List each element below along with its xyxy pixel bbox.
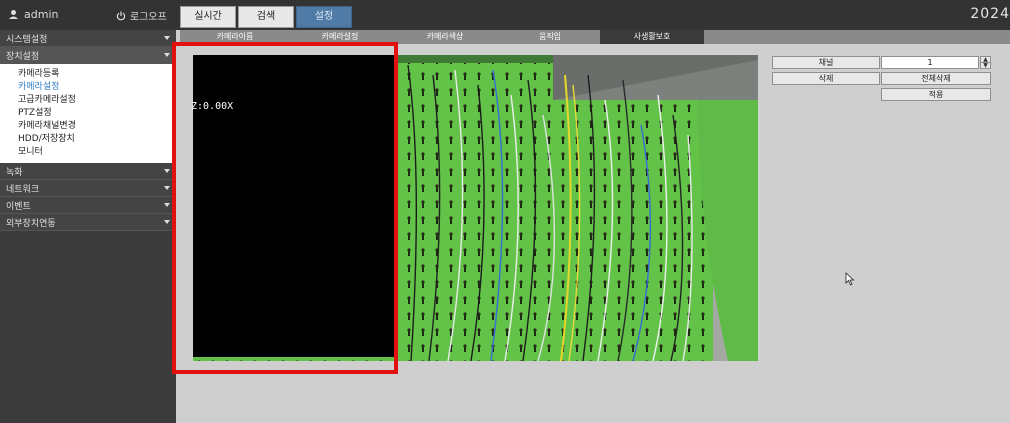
tab-live[interactable]: 실시간 (180, 6, 236, 28)
sidebar-item-camera-settings[interactable]: 카메라설정 (0, 81, 176, 94)
chevron-down-icon (164, 36, 170, 40)
sidebar-item-ptz[interactable]: PTZ설정 (0, 107, 176, 120)
tab-motion[interactable]: 움직임 (500, 30, 600, 44)
chevron-down-icon (164, 186, 170, 190)
channel-input[interactable]: 1 (881, 56, 979, 69)
sidebar-section-record[interactable]: 녹화 (0, 163, 176, 180)
sidebar-item-channel-change[interactable]: 카메라채널변경 (0, 120, 176, 133)
spin-down-icon[interactable]: ▼ (980, 62, 991, 69)
logout-button[interactable]: 로그오프 (116, 8, 167, 23)
user-icon (9, 10, 18, 19)
sidebar-item-monitor[interactable]: 모니터 (0, 146, 176, 159)
sidebar-item-hdd[interactable]: HDD/저장장치 (0, 133, 176, 146)
chevron-down-icon (164, 169, 170, 173)
logout-label: 로그오프 (130, 12, 167, 23)
sidebar-section-external[interactable]: 외부장치연동 (0, 214, 176, 231)
power-icon (116, 11, 126, 20)
device-submenu: 카메라등록 카메라설정 고급카메라설정 PTZ설정 카메라채널변경 HDD/저장… (0, 64, 176, 163)
sidebar: 시스템설정 장치설정 카메라등록 카메라설정 고급카메라설정 PTZ설정 카메라… (0, 30, 176, 423)
sidebar-section-system[interactable]: 시스템설정 (0, 30, 176, 47)
chevron-down-icon (164, 220, 170, 224)
highlight-box (172, 42, 398, 374)
delete-button[interactable]: 삭제 (772, 72, 880, 85)
sidebar-section-label: 시스템설정 (6, 34, 48, 45)
sidebar-item-advanced-camera[interactable]: 고급카메라설정 (0, 94, 176, 107)
sidebar-section-network[interactable]: 네트워크 (0, 180, 176, 197)
chevron-down-icon (164, 53, 170, 57)
user-info: admin (8, 8, 58, 21)
tab-camera-color[interactable]: 카메라색상 (390, 30, 500, 44)
apply-button[interactable]: 적용 (881, 88, 991, 101)
sidebar-section-label: 외부장치연동 (6, 218, 56, 229)
mouse-cursor-icon (845, 272, 855, 286)
sidebar-section-label: 네트워크 (6, 184, 40, 195)
tab-privacy[interactable]: 사생활보호 (600, 30, 704, 44)
sidebar-item-camera-register[interactable]: 카메라등록 (0, 68, 176, 81)
channel-label: 채널 (772, 56, 880, 69)
top-bar: admin 로그오프 실시간 검색 설정 2024 (0, 0, 1010, 30)
username: admin (24, 8, 59, 21)
sidebar-section-device[interactable]: 장치설정 (0, 47, 176, 64)
tab-search[interactable]: 검색 (238, 6, 294, 28)
sidebar-section-label: 장치설정 (6, 51, 40, 62)
chevron-down-icon (164, 203, 170, 207)
sidebar-section-label: 이벤트 (6, 201, 31, 212)
sidebar-section-event[interactable]: 이벤트 (0, 197, 176, 214)
sidebar-section-label: 녹화 (6, 167, 23, 178)
clock-year: 2024 (970, 6, 1010, 22)
tab-settings[interactable]: 설정 (296, 6, 352, 28)
delete-all-button[interactable]: 전체삭제 (881, 72, 991, 85)
